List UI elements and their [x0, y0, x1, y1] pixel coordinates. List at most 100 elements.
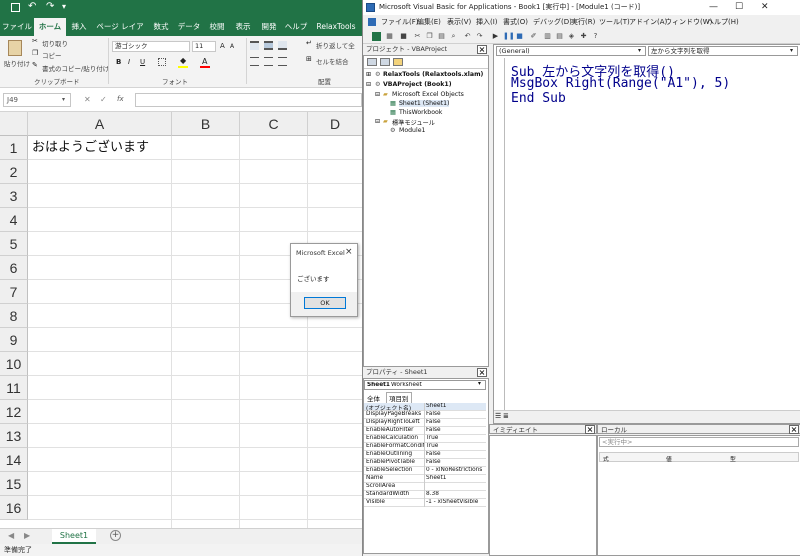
row-header[interactable]: 13: [0, 424, 28, 448]
row-header[interactable]: 7: [0, 280, 28, 304]
property-value[interactable]: Sheet1: [426, 403, 486, 409]
wrap-text-button[interactable]: 折り返して全: [316, 40, 362, 50]
property-row[interactable]: EnablePivotTable False: [364, 459, 486, 467]
row-header[interactable]: 3: [0, 184, 28, 208]
object-combo[interactable]: (General): [496, 46, 646, 56]
chevron-down-icon[interactable]: ▾: [638, 47, 641, 54]
menu-debug[interactable]: デバッグ(D): [533, 15, 572, 29]
property-row[interactable]: EnableAutoFilter False: [364, 427, 486, 435]
align-top-icon[interactable]: [250, 41, 259, 50]
align-center-icon[interactable]: [264, 57, 273, 66]
align-right-icon[interactable]: [278, 57, 287, 66]
font-size-select[interactable]: 11: [192, 41, 216, 52]
cancel-icon[interactable]: ✕: [84, 95, 91, 104]
underline-button[interactable]: U: [140, 58, 145, 66]
close-icon[interactable]: ×: [477, 368, 487, 377]
tab-developer[interactable]: 開発: [257, 18, 281, 36]
menu-addins[interactable]: アドイン(A): [629, 15, 667, 29]
procedure-combo[interactable]: 左から文字列を取得: [648, 46, 798, 56]
property-value[interactable]: False: [426, 459, 486, 465]
merge-cells-icon[interactable]: ⊞: [306, 55, 312, 63]
row-header[interactable]: 12: [0, 400, 28, 424]
vba-menu-icon[interactable]: [368, 18, 376, 26]
close-icon[interactable]: ×: [789, 425, 799, 434]
tree-collapse-icon[interactable]: ⊟: [375, 91, 380, 98]
border-icon[interactable]: [158, 58, 166, 66]
tree-item-module1[interactable]: Module1: [399, 127, 425, 134]
tab-help[interactable]: ヘルプ: [283, 18, 309, 36]
menu-insert[interactable]: 挿入(I): [476, 15, 498, 29]
chevron-down-icon[interactable]: ▾: [790, 47, 793, 54]
column-header[interactable]: A: [28, 112, 172, 136]
close-icon[interactable]: ×: [585, 425, 595, 434]
cut-button[interactable]: 切り取り: [42, 38, 68, 48]
view-object-icon[interactable]: [380, 58, 390, 66]
font-name-select[interactable]: 游ゴシック: [112, 41, 190, 52]
paste-icon[interactable]: [8, 40, 22, 56]
property-row[interactable]: EnableOutlining False: [364, 451, 486, 459]
row-header[interactable]: 14: [0, 448, 28, 472]
toolbox-icon[interactable]: ✚: [579, 32, 588, 41]
row-header[interactable]: 4: [0, 208, 28, 232]
save-icon[interactable]: [11, 3, 20, 12]
menu-file[interactable]: ファイル(F): [381, 15, 419, 29]
column-value[interactable]: 値: [666, 454, 672, 463]
reset-icon[interactable]: ■: [515, 32, 524, 41]
property-value[interactable]: 8.38: [426, 491, 486, 497]
format-painter-button[interactable]: 書式のコピー/貼り付け: [42, 63, 109, 73]
code-line[interactable]: End Sub: [511, 91, 566, 106]
project-explorer-icon[interactable]: ▥: [543, 32, 552, 41]
row-header[interactable]: 10: [0, 352, 28, 376]
design-mode-icon[interactable]: ✐: [529, 32, 538, 41]
redo-icon[interactable]: ↷: [475, 32, 484, 41]
tree-item-standard-modules[interactable]: 標準モジュール: [392, 118, 435, 127]
tree-item-vbaproject[interactable]: VBAProject (Book1): [383, 81, 452, 88]
property-row[interactable]: DisplayRightToLeft False: [364, 419, 486, 427]
row-header[interactable]: 5: [0, 232, 28, 256]
property-value[interactable]: True: [426, 435, 486, 441]
tree-item-relaxtools[interactable]: RelaxTools (Relaxtools.xlam): [383, 71, 483, 78]
chevron-down-icon[interactable]: ▾: [478, 381, 481, 387]
tab-review[interactable]: 校閲: [205, 18, 229, 36]
shrink-font-icon[interactable]: A: [230, 43, 234, 50]
view-code-icon[interactable]: [367, 58, 377, 66]
tab-view[interactable]: 表示: [231, 18, 255, 36]
property-row[interactable]: EnableFormatConditio True: [364, 443, 486, 451]
column-header[interactable]: B: [172, 112, 240, 136]
ok-button[interactable]: OK: [304, 297, 346, 309]
property-row[interactable]: Visible -1 - xlSheetVisible: [364, 499, 486, 507]
worksheet-grid[interactable]: A B C D おはようございます 1 2 3 4 5 6 7 8 9 10 11 12 13 14 15 1…: [0, 112, 362, 528]
toggle-folders-icon[interactable]: [393, 58, 403, 66]
property-row[interactable]: EnableSelection 0 - xlNoRestrictions: [364, 467, 486, 475]
properties-window-icon[interactable]: ▤: [555, 32, 564, 41]
row-header[interactable]: 11: [0, 376, 28, 400]
close-icon[interactable]: ×: [477, 45, 487, 54]
next-sheet-icon[interactable]: ▶: [24, 531, 30, 540]
column-expression[interactable]: 式: [603, 454, 609, 463]
full-module-view-icon[interactable]: ≣: [503, 412, 509, 420]
tree-collapse-icon[interactable]: ⊟: [366, 81, 371, 88]
fill-color-icon[interactable]: ◆: [180, 56, 186, 65]
tab-insert[interactable]: 挿入: [67, 18, 91, 36]
menu-format[interactable]: 書式(O): [503, 15, 528, 29]
find-icon[interactable]: ⌕: [449, 32, 458, 41]
tree-item-thisworkbook[interactable]: ThisWorkbook: [399, 109, 442, 116]
tree-collapse-icon[interactable]: ⊟: [375, 118, 380, 125]
property-row[interactable]: StandardWidth 8.38: [364, 491, 486, 499]
grow-font-icon[interactable]: A: [220, 42, 225, 50]
sheet-tab-sheet1[interactable]: Sheet1: [52, 529, 96, 544]
property-value[interactable]: True: [426, 443, 486, 449]
align-bottom-icon[interactable]: [278, 41, 287, 50]
row-header[interactable]: 9: [0, 328, 28, 352]
customize-qat-icon[interactable]: ▾: [62, 2, 66, 11]
bold-button[interactable]: B: [116, 58, 121, 66]
object-browser-icon[interactable]: ◈: [567, 32, 576, 41]
tab-data[interactable]: データ: [175, 18, 203, 36]
minimize-icon[interactable]: —: [709, 0, 718, 15]
property-value[interactable]: False: [426, 427, 486, 433]
property-value[interactable]: 0 - xlNoRestrictions: [426, 467, 486, 473]
prev-sheet-icon[interactable]: ◀: [8, 531, 14, 540]
column-header[interactable]: C: [240, 112, 308, 136]
maximize-icon[interactable]: ☐: [735, 0, 743, 15]
undo-icon[interactable]: ↶: [28, 1, 36, 12]
